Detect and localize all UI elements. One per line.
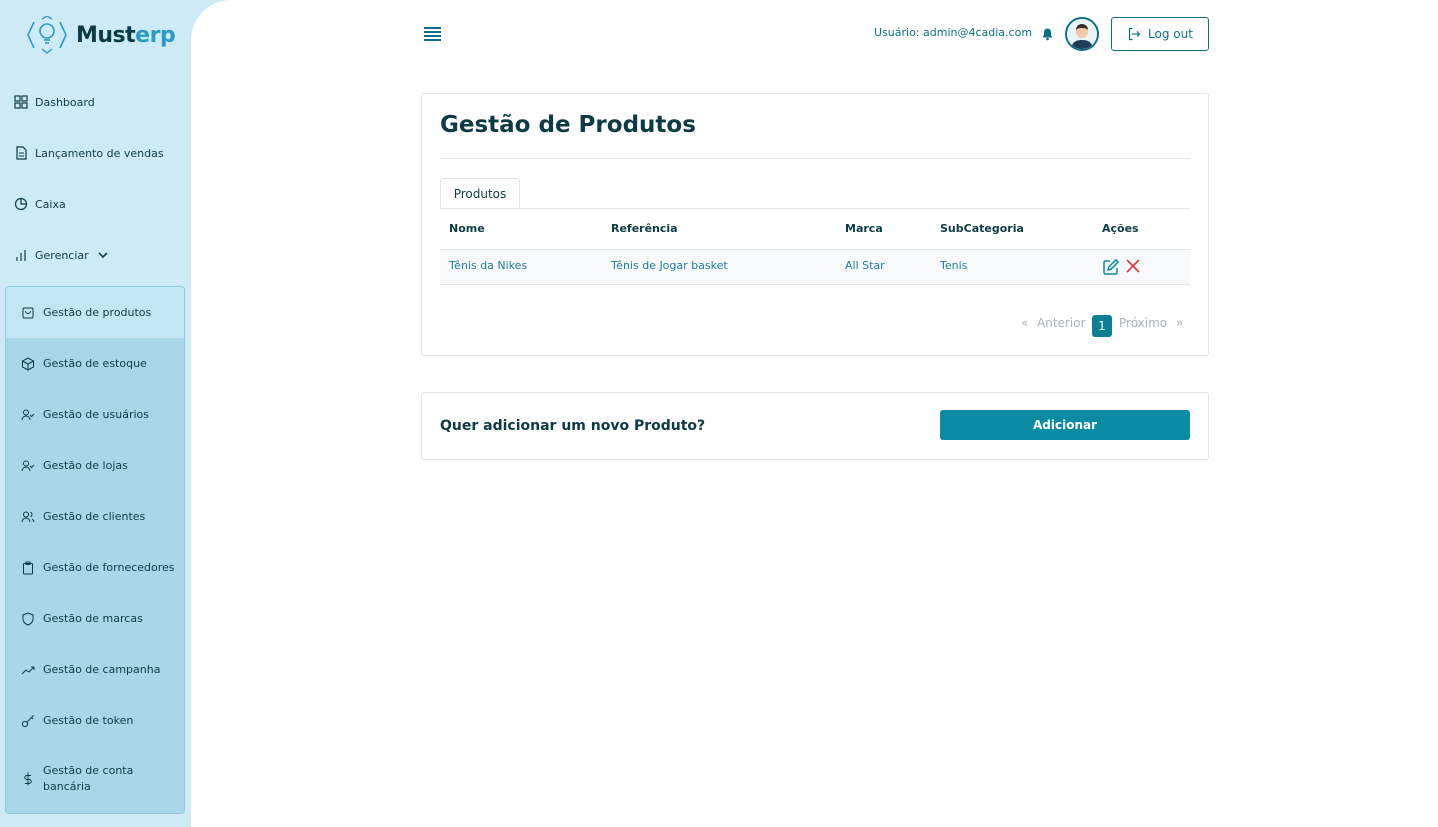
column-header-referencia[interactable]: Referência <box>611 222 678 235</box>
add-product-question: Quer adicionar um novo Produto? <box>440 418 706 434</box>
user-email: Usuário: admin@4cadia.com <box>874 26 1033 39</box>
table-row <box>440 249 1190 285</box>
delete-icon[interactable] <box>1125 258 1141 274</box>
pagination-last-icon[interactable]: » <box>1176 316 1183 330</box>
logout-icon <box>1128 27 1141 41</box>
sidebar-item-dashboard[interactable]: Dashboard <box>14 95 95 109</box>
sidebar-item-gestao-marcas[interactable]: Gestão de marcas <box>6 593 184 644</box>
sidebar-item-label: Gestão de campanha <box>43 663 161 676</box>
sidebar-item-gerenciar[interactable]: Gerenciar <box>14 248 110 262</box>
sidebar-item-gestao-lojas[interactable]: Gestão de lojas <box>6 440 184 491</box>
sidebar-item-gestao-campanha[interactable]: Gestão de campanha <box>6 644 184 695</box>
cell-nome: Tênis da Nikes <box>449 259 528 272</box>
box-icon <box>22 356 34 371</box>
bar-chart-icon <box>16 250 26 261</box>
column-header-marca[interactable]: Marca <box>845 222 883 235</box>
sidebar-item-label: Lançamento de vendas <box>35 146 164 160</box>
avatar[interactable] <box>1065 17 1099 51</box>
column-header-subcategoria[interactable]: SubCategoria <box>940 222 1024 235</box>
grid-icon <box>14 95 28 109</box>
sidebar-item-label: Gestão de token <box>43 714 134 727</box>
sidebar-item-label: Gestão de produtos <box>43 306 152 319</box>
sidebar-item-label: Gestão de conta bancária <box>43 764 134 793</box>
sidebar-item-label: Gerenciar <box>35 248 89 262</box>
column-header-nome[interactable]: Nome <box>449 222 485 235</box>
cell-referencia: Tênis de Jogar basket <box>611 259 728 272</box>
cell-subcategoria: Tenis <box>940 259 968 272</box>
sidebar-item-gestao-usuarios[interactable]: Gestão de usuários <box>6 389 184 440</box>
clipboard-icon <box>23 561 33 574</box>
pie-chart-icon <box>14 197 28 211</box>
column-header-acoes: Ações <box>1102 222 1139 235</box>
brand-name: Musterp <box>76 22 176 48</box>
dollar-icon <box>24 772 32 786</box>
key-icon <box>21 714 34 727</box>
user-avatar-icon <box>1067 19 1097 49</box>
menu-toggle-icon[interactable] <box>424 27 441 41</box>
logout-label: Log out <box>1148 27 1193 41</box>
sidebar-item-label: Gestão de estoque <box>43 357 147 370</box>
cell-marca: All Star <box>845 259 885 272</box>
sidebar-item-label: Gestão de clientes <box>43 510 146 523</box>
sidebar-item-gestao-token[interactable]: Gestão de token <box>6 695 184 746</box>
add-product-button[interactable]: Adicionar <box>940 410 1190 440</box>
lightbulb-logo-icon <box>27 16 67 54</box>
sidebar-item-label: Gestão de lojas <box>43 459 128 472</box>
sidebar-item-caixa[interactable]: Caixa <box>14 197 66 211</box>
pagination-prev[interactable]: Anterior <box>1037 316 1085 330</box>
pagination-current-page[interactable]: 1 <box>1092 315 1112 337</box>
sidebar-item-gestao-fornecedores[interactable]: Gestão de fornecedores <box>6 542 184 593</box>
sidebar-item-label: Gestão de usuários <box>43 408 150 421</box>
divider <box>440 158 1190 159</box>
sidebar-item-gestao-produtos[interactable]: Gestão de produtos <box>6 287 184 338</box>
page-title: Gestão de Produtos <box>440 112 696 138</box>
user-check-icon <box>21 460 35 471</box>
brand-logo[interactable]: Musterp <box>26 16 176 54</box>
sidebar-item-label: Gestão de fornecedores <box>43 561 175 574</box>
sidebar-item-gestao-clientes[interactable]: Gestão de clientes <box>6 491 184 542</box>
shield-icon <box>22 611 34 626</box>
shopping-bag-icon <box>22 307 34 318</box>
sidebar-item-lancamento-vendas[interactable]: Lançamento de vendas <box>14 146 164 160</box>
chevron-down-icon <box>98 252 108 259</box>
products-card: Gestão de Produtos Produtos Nome Referên… <box>421 93 1209 356</box>
sidebar-item-gestao-estoque[interactable]: Gestão de estoque <box>6 338 184 389</box>
sidebar-item-label: Gestão de marcas <box>43 612 143 625</box>
sidebar-item-gestao-conta-bancaria[interactable]: Gestão de conta bancária <box>6 746 184 812</box>
users-icon <box>21 511 35 522</box>
pagination-first-icon[interactable]: « <box>1021 316 1028 330</box>
sidebar-item-label: Dashboard <box>35 95 95 109</box>
user-check-icon <box>21 409 35 420</box>
sidebar: Musterp Dashboard Lançamento de vendas C… <box>0 0 191 827</box>
sidebar-corner <box>191 0 231 40</box>
logout-button[interactable]: Log out <box>1111 17 1209 51</box>
edit-icon[interactable] <box>1102 258 1120 276</box>
document-icon <box>16 146 27 160</box>
bell-icon[interactable] <box>1041 27 1054 41</box>
trending-up-icon <box>21 666 35 674</box>
pagination-next[interactable]: Próximo <box>1119 316 1167 330</box>
add-product-card: Quer adicionar um novo Produto? Adiciona… <box>421 392 1209 460</box>
tab-produtos[interactable]: Produtos <box>440 178 520 209</box>
submenu-gerenciar: Gestão de produtos Gestão de estoque Ges… <box>5 286 185 814</box>
tab-divider <box>440 208 1190 209</box>
sidebar-item-label: Caixa <box>35 197 66 211</box>
